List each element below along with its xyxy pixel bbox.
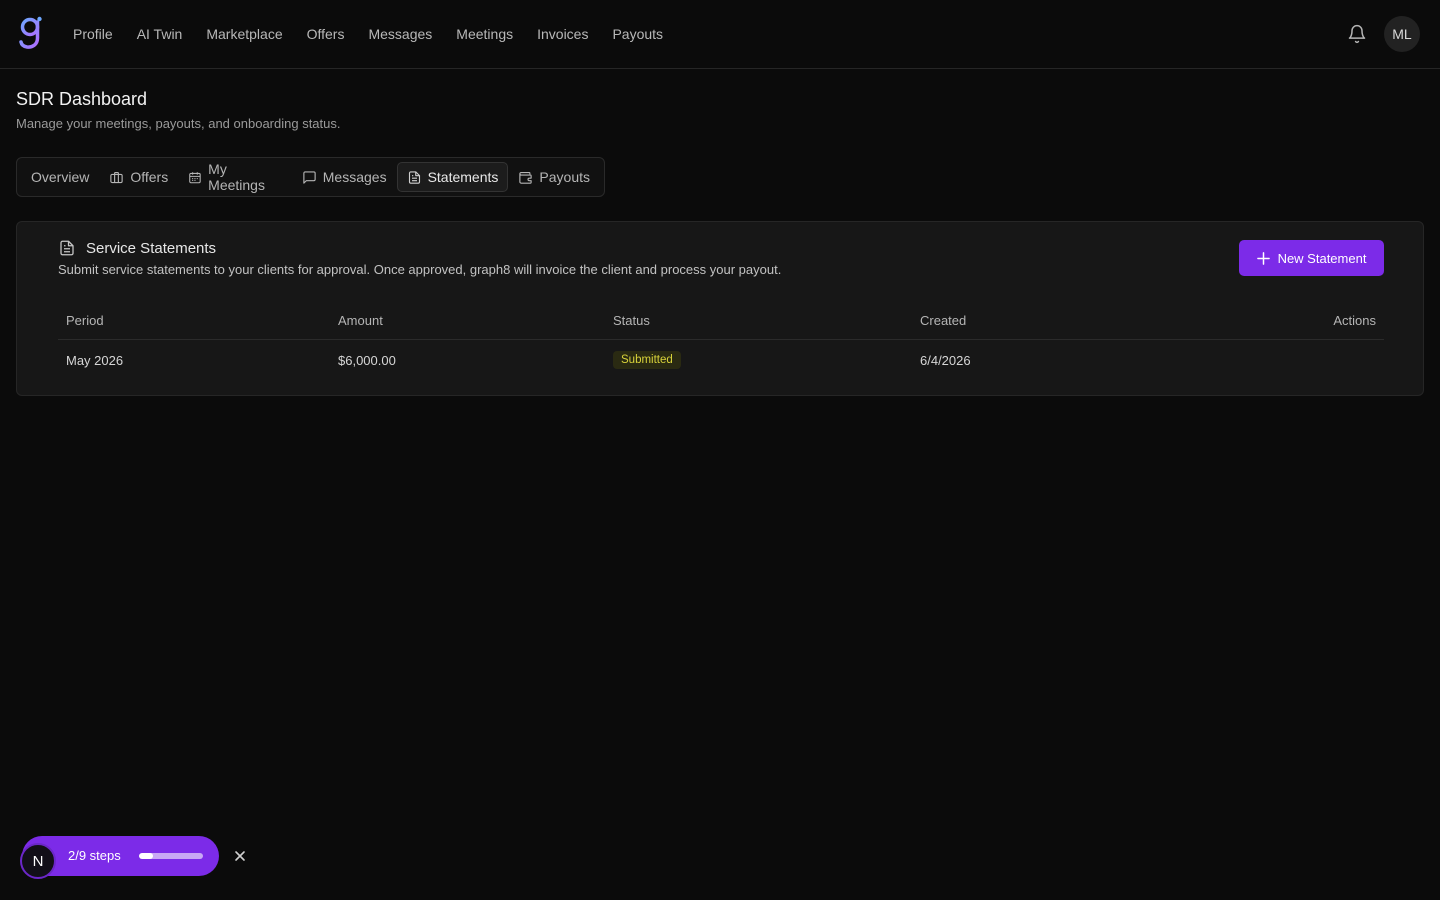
top-navigation: Profile AI Twin Marketplace Offers Messa…	[0, 0, 1440, 69]
bell-icon[interactable]	[1347, 24, 1367, 44]
row-status: Submitted	[613, 351, 681, 369]
nav-offers[interactable]: Offers	[295, 0, 357, 68]
message-icon	[303, 170, 316, 184]
close-onboarding-button[interactable]	[231, 847, 249, 865]
nav-marketplace[interactable]: Marketplace	[194, 0, 294, 68]
main-nav: Profile AI Twin Marketplace Offers Messa…	[61, 0, 675, 68]
tab-overview[interactable]: Overview	[21, 162, 99, 192]
tab-label: Overview	[31, 169, 90, 185]
tab-payouts[interactable]: Payouts	[508, 162, 600, 192]
nav-invoices[interactable]: Invoices	[525, 0, 600, 68]
status-badge: Submitted	[613, 351, 681, 369]
dashboard-tabs: Overview Offers My Meetings Messages Sta…	[16, 157, 605, 197]
column-header-status: Status	[613, 313, 650, 328]
page-subtitle: Manage your meetings, payouts, and onboa…	[16, 116, 341, 131]
tab-label: Statements	[427, 169, 499, 185]
nav-payouts[interactable]: Payouts	[600, 0, 675, 68]
nav-messages[interactable]: Messages	[356, 0, 444, 68]
column-header-created: Created	[920, 313, 967, 328]
column-header-actions: Actions	[1333, 313, 1376, 328]
graph8-logo-icon[interactable]	[18, 16, 44, 50]
new-statement-button[interactable]: New Statement	[1239, 240, 1384, 276]
onboarding-steps-text: 2/9 steps	[68, 848, 121, 863]
card-header: Service Statements	[58, 239, 216, 257]
card-description: Submit service statements to your client…	[58, 262, 782, 277]
nav-meetings[interactable]: Meetings	[444, 0, 525, 68]
tab-statements[interactable]: Statements	[396, 162, 509, 192]
onboarding-progress-fill	[139, 853, 154, 859]
row-created: 6/4/2026	[920, 352, 971, 368]
tab-label: Payouts	[539, 169, 590, 185]
nav-profile[interactable]: Profile	[61, 0, 125, 68]
calendar-icon	[189, 171, 201, 183]
onboarding-progress-bar	[139, 853, 203, 859]
wallet-icon	[519, 171, 533, 184]
column-header-amount: Amount	[338, 313, 383, 328]
tab-my-meetings[interactable]: My Meetings	[178, 161, 292, 193]
user-avatar[interactable]: ML	[1384, 16, 1420, 52]
plus-icon	[1256, 251, 1270, 265]
tab-label: My Meetings	[208, 161, 265, 193]
tab-label: Messages	[322, 169, 387, 185]
briefcase-icon	[110, 171, 124, 183]
page-title: SDR Dashboard	[16, 89, 148, 109]
nav-ai-twin[interactable]: AI Twin	[125, 0, 195, 68]
onboarding-avatar[interactable]: N	[20, 843, 56, 879]
row-amount: $6,000.00	[338, 352, 396, 368]
close-icon	[235, 851, 245, 861]
file-text-icon	[60, 240, 74, 256]
table-header: Period Amount Status Created Actions	[58, 302, 1384, 340]
file-text-icon	[408, 170, 420, 184]
tab-messages[interactable]: Messages	[292, 162, 397, 192]
tab-label: Offers	[130, 169, 169, 185]
table-row: May 2026 $6,000.00 Submitted 6/4/2026	[58, 340, 1384, 380]
row-period: May 2026	[66, 352, 124, 368]
card-title: Service Statements	[86, 239, 217, 257]
new-statement-label: New Statement	[1277, 250, 1367, 266]
tab-offers[interactable]: Offers	[99, 162, 178, 192]
statements-table: Period Amount Status Created Actions May…	[58, 302, 1384, 380]
column-header-period: Period	[66, 313, 104, 328]
service-statements-card: Service Statements Submit service statem…	[16, 221, 1424, 396]
